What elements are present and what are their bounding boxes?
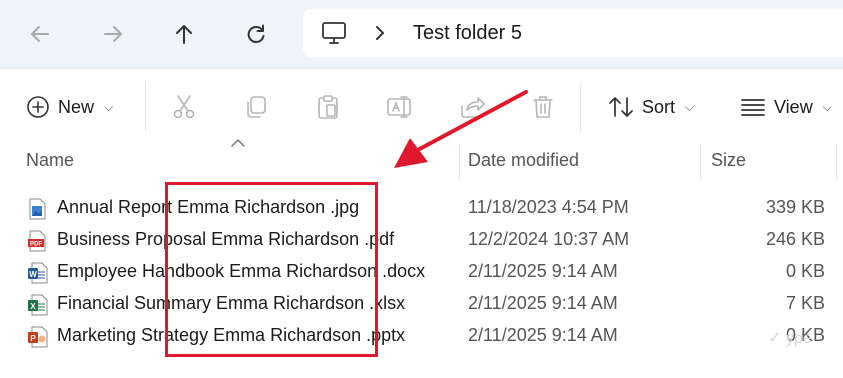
view-list-icon — [741, 99, 765, 116]
file-size: 7 KB — [785, 293, 825, 313]
cut-icon[interactable] — [171, 94, 197, 120]
annotation-highlight-box — [165, 182, 378, 357]
view-button-label: View — [774, 96, 813, 117]
paste-icon[interactable] — [315, 94, 341, 120]
file-row[interactable]: P Marketing Strategy Emma Richardson .pp… — [0, 320, 843, 352]
excel-file-icon: X — [28, 294, 48, 316]
file-size: 339 KB — [765, 197, 825, 217]
file-date-modified: 11/18/2023 4:54 PM — [468, 197, 629, 217]
forward-button[interactable] — [93, 14, 133, 54]
toolbar-divider — [580, 83, 581, 131]
annotation-arrow-icon — [394, 90, 528, 168]
column-divider[interactable] — [836, 144, 837, 180]
svg-text:P: P — [30, 334, 36, 343]
chevron-down-icon: ⌵ — [822, 99, 832, 114]
navigation-bar: Test folder 5 — [0, 0, 843, 68]
back-button[interactable] — [20, 14, 60, 54]
chevron-right-icon[interactable] — [373, 25, 387, 41]
sort-button-label: Sort — [642, 96, 676, 117]
svg-text:PDF: PDF — [30, 242, 42, 248]
pdf-file-icon: PDF — [28, 230, 46, 252]
arrow-up-icon — [176, 25, 192, 44]
column-header-name[interactable]: Name — [26, 150, 74, 171]
word-file-icon: W — [28, 262, 48, 284]
arrow-left-icon — [31, 26, 49, 42]
toolbar-divider — [145, 83, 146, 131]
file-date-modified: 2/11/2025 9:14 AM — [468, 261, 618, 281]
file-row[interactable]: W Employee Handbook Emma Richardson .doc… — [0, 256, 843, 288]
sort-icon — [609, 97, 633, 117]
file-row[interactable]: PDF Business Proposal Emma Richardson .p… — [0, 224, 843, 256]
new-button[interactable]: New ⌵ — [26, 91, 113, 123]
column-divider[interactable] — [700, 144, 701, 180]
breadcrumb-current-folder[interactable]: Test folder 5 — [413, 22, 522, 45]
file-date-modified: 2/11/2025 9:14 AM — [468, 325, 618, 345]
svg-text:W: W — [29, 270, 37, 279]
up-button[interactable] — [164, 14, 204, 54]
file-date-modified: 12/2/2024 10:37 AM — [468, 229, 630, 249]
plus-circle-icon — [27, 96, 49, 118]
this-pc-icon[interactable] — [321, 21, 347, 45]
powerpoint-file-icon: P — [28, 326, 48, 348]
new-button-label: New — [58, 96, 95, 117]
file-date-modified: 2/11/2025 9:14 AM — [468, 293, 618, 313]
image-file-icon — [29, 198, 46, 220]
view-button[interactable]: View ⌵ — [740, 91, 832, 123]
chevron-down-icon: ⌵ — [104, 99, 114, 114]
sort-button[interactable]: Sort ⌵ — [608, 91, 694, 123]
refresh-button[interactable] — [236, 14, 276, 54]
file-row[interactable]: Annual Report Emma Richardson .jpg 11/18… — [0, 192, 843, 224]
file-row[interactable]: X Financial Summary Emma Richardson .xls… — [0, 288, 843, 320]
copy-icon[interactable] — [243, 94, 269, 120]
file-size: 0 KB — [785, 261, 825, 281]
file-size: 246 KB — [765, 229, 825, 249]
chevron-down-icon: ⌵ — [685, 99, 695, 114]
address-bar[interactable]: Test folder 5 — [303, 9, 843, 57]
watermark-text: ✓ ype — [768, 330, 812, 347]
svg-text:X: X — [30, 302, 36, 311]
column-header-size[interactable]: Size — [711, 150, 746, 171]
arrow-right-icon — [104, 26, 122, 42]
refresh-icon — [247, 24, 265, 43]
